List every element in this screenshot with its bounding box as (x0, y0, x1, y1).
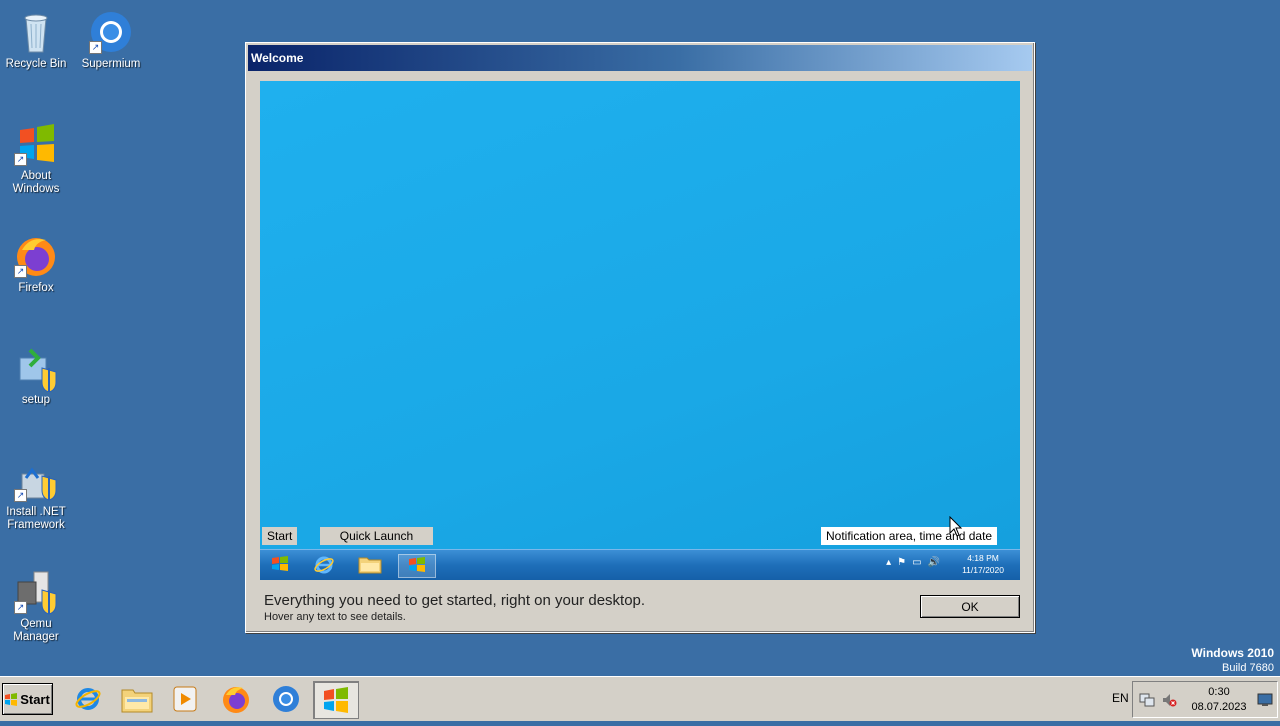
taskbar-welcome-window[interactable] (313, 681, 359, 719)
notification-area-tag[interactable]: Notification area, time and date (821, 527, 998, 545)
file-explorer-icon (121, 689, 153, 713)
taskbar-file-explorer[interactable] (115, 681, 159, 717)
internet-explorer-icon (75, 688, 101, 710)
dialog-titlebar[interactable]: Welcome (248, 45, 1032, 71)
quick-launch-tag[interactable]: Quick Launch (320, 527, 433, 545)
system-tray: 0:30 08.07.2023 (1132, 681, 1278, 718)
desktop-icon-setup[interactable]: setup (0, 344, 72, 407)
supermium-icon (273, 686, 299, 712)
welcome-center-icon (398, 554, 436, 578)
preview-tray-icons: ▴⚑▭🔊 (886, 557, 946, 568)
welcome-dialog: Welcome Start Quick Launch Notification … (245, 42, 1035, 633)
taskbar-internet-explorer[interactable] (66, 681, 110, 717)
firefox-icon (223, 687, 249, 713)
internet-explorer-icon (306, 554, 342, 576)
desktop-icon-label: About Windows (12, 170, 60, 195)
desktop-preview: Start Quick Launch Notification area, ti… (260, 81, 1020, 580)
desktop-icon-install-dotnet[interactable]: ↗ Install .NET Framework (0, 456, 72, 532)
desktop-icon-label: Firefox (18, 282, 54, 294)
preview-clock: 4:18 PM 11/17/2020 (962, 552, 1004, 576)
preview-taskbar: ▴⚑▭🔊 4:18 PM 11/17/2020 (260, 549, 1020, 580)
windows-orb-icon (262, 554, 298, 576)
setup-icon (12, 344, 60, 393)
firefox-icon: ↗ (12, 232, 60, 280)
dotnet-installer-icon: ↗ (12, 456, 60, 504)
desktop-icon-about-windows[interactable]: ↗ About Windows (0, 120, 72, 196)
desktop-icon-supermium[interactable]: ↗ Supermium (75, 8, 147, 71)
desktop-icon-recycle-bin[interactable]: Recycle Bin (0, 8, 72, 71)
desktop-icon-label: Install .NET Framework (6, 506, 66, 531)
volume-muted-icon[interactable] (1161, 692, 1177, 708)
windows-flag-icon: ↗ (12, 120, 60, 168)
media-player-icon (173, 686, 197, 712)
mouse-cursor-icon (949, 515, 963, 543)
taskbar-firefox[interactable] (214, 681, 258, 717)
os-watermark-title: Windows 2010 (1191, 646, 1274, 660)
dialog-title: Welcome (251, 51, 304, 65)
taskbar: Start EN 0:30 08.07.2023 (0, 676, 1280, 721)
show-desktop-icon[interactable] (1257, 693, 1273, 707)
recycle-bin-icon (12, 8, 60, 56)
desktop-icon-label: Qemu Manager (13, 618, 59, 643)
taskbar-supermium[interactable] (264, 681, 308, 717)
supermium-icon: ↗ (87, 8, 135, 56)
desktop-icon-label: setup (21, 394, 51, 406)
desktop-icon-label: Supermium (81, 58, 141, 70)
network-icon[interactable] (1139, 692, 1155, 708)
clock-date: 08.07.2023 (1191, 701, 1247, 713)
ok-button[interactable]: OK (920, 595, 1020, 618)
clock-time: 0:30 (1208, 686, 1230, 698)
windows-flag-icon (5, 692, 18, 706)
desktop-icon-firefox[interactable]: ↗ Firefox (0, 232, 72, 295)
welcome-window-icon (324, 687, 348, 713)
start-button[interactable]: Start (2, 683, 53, 715)
taskbar-media-player[interactable] (163, 681, 207, 717)
start-label: Start (20, 691, 50, 707)
dialog-sub-text: Hover any text to see details. (264, 611, 406, 623)
preview-time: 4:18 PM (967, 553, 999, 563)
qemu-manager-icon: ↗ (12, 568, 60, 616)
preview-date: 11/17/2020 (962, 565, 1004, 575)
desktop-icon-qemu-manager[interactable]: ↗ Qemu Manager (0, 568, 72, 644)
desktop-icon-label: Recycle Bin (5, 58, 67, 70)
taskbar-clock[interactable]: 0:30 08.07.2023 (1189, 685, 1249, 715)
os-watermark-build: Build 7680 (1222, 662, 1274, 674)
start-tag[interactable]: Start (262, 527, 298, 545)
folder-icon (352, 554, 388, 576)
language-indicator[interactable]: EN (1112, 691, 1129, 705)
dialog-main-text: Everything you need to get started, righ… (264, 592, 646, 609)
